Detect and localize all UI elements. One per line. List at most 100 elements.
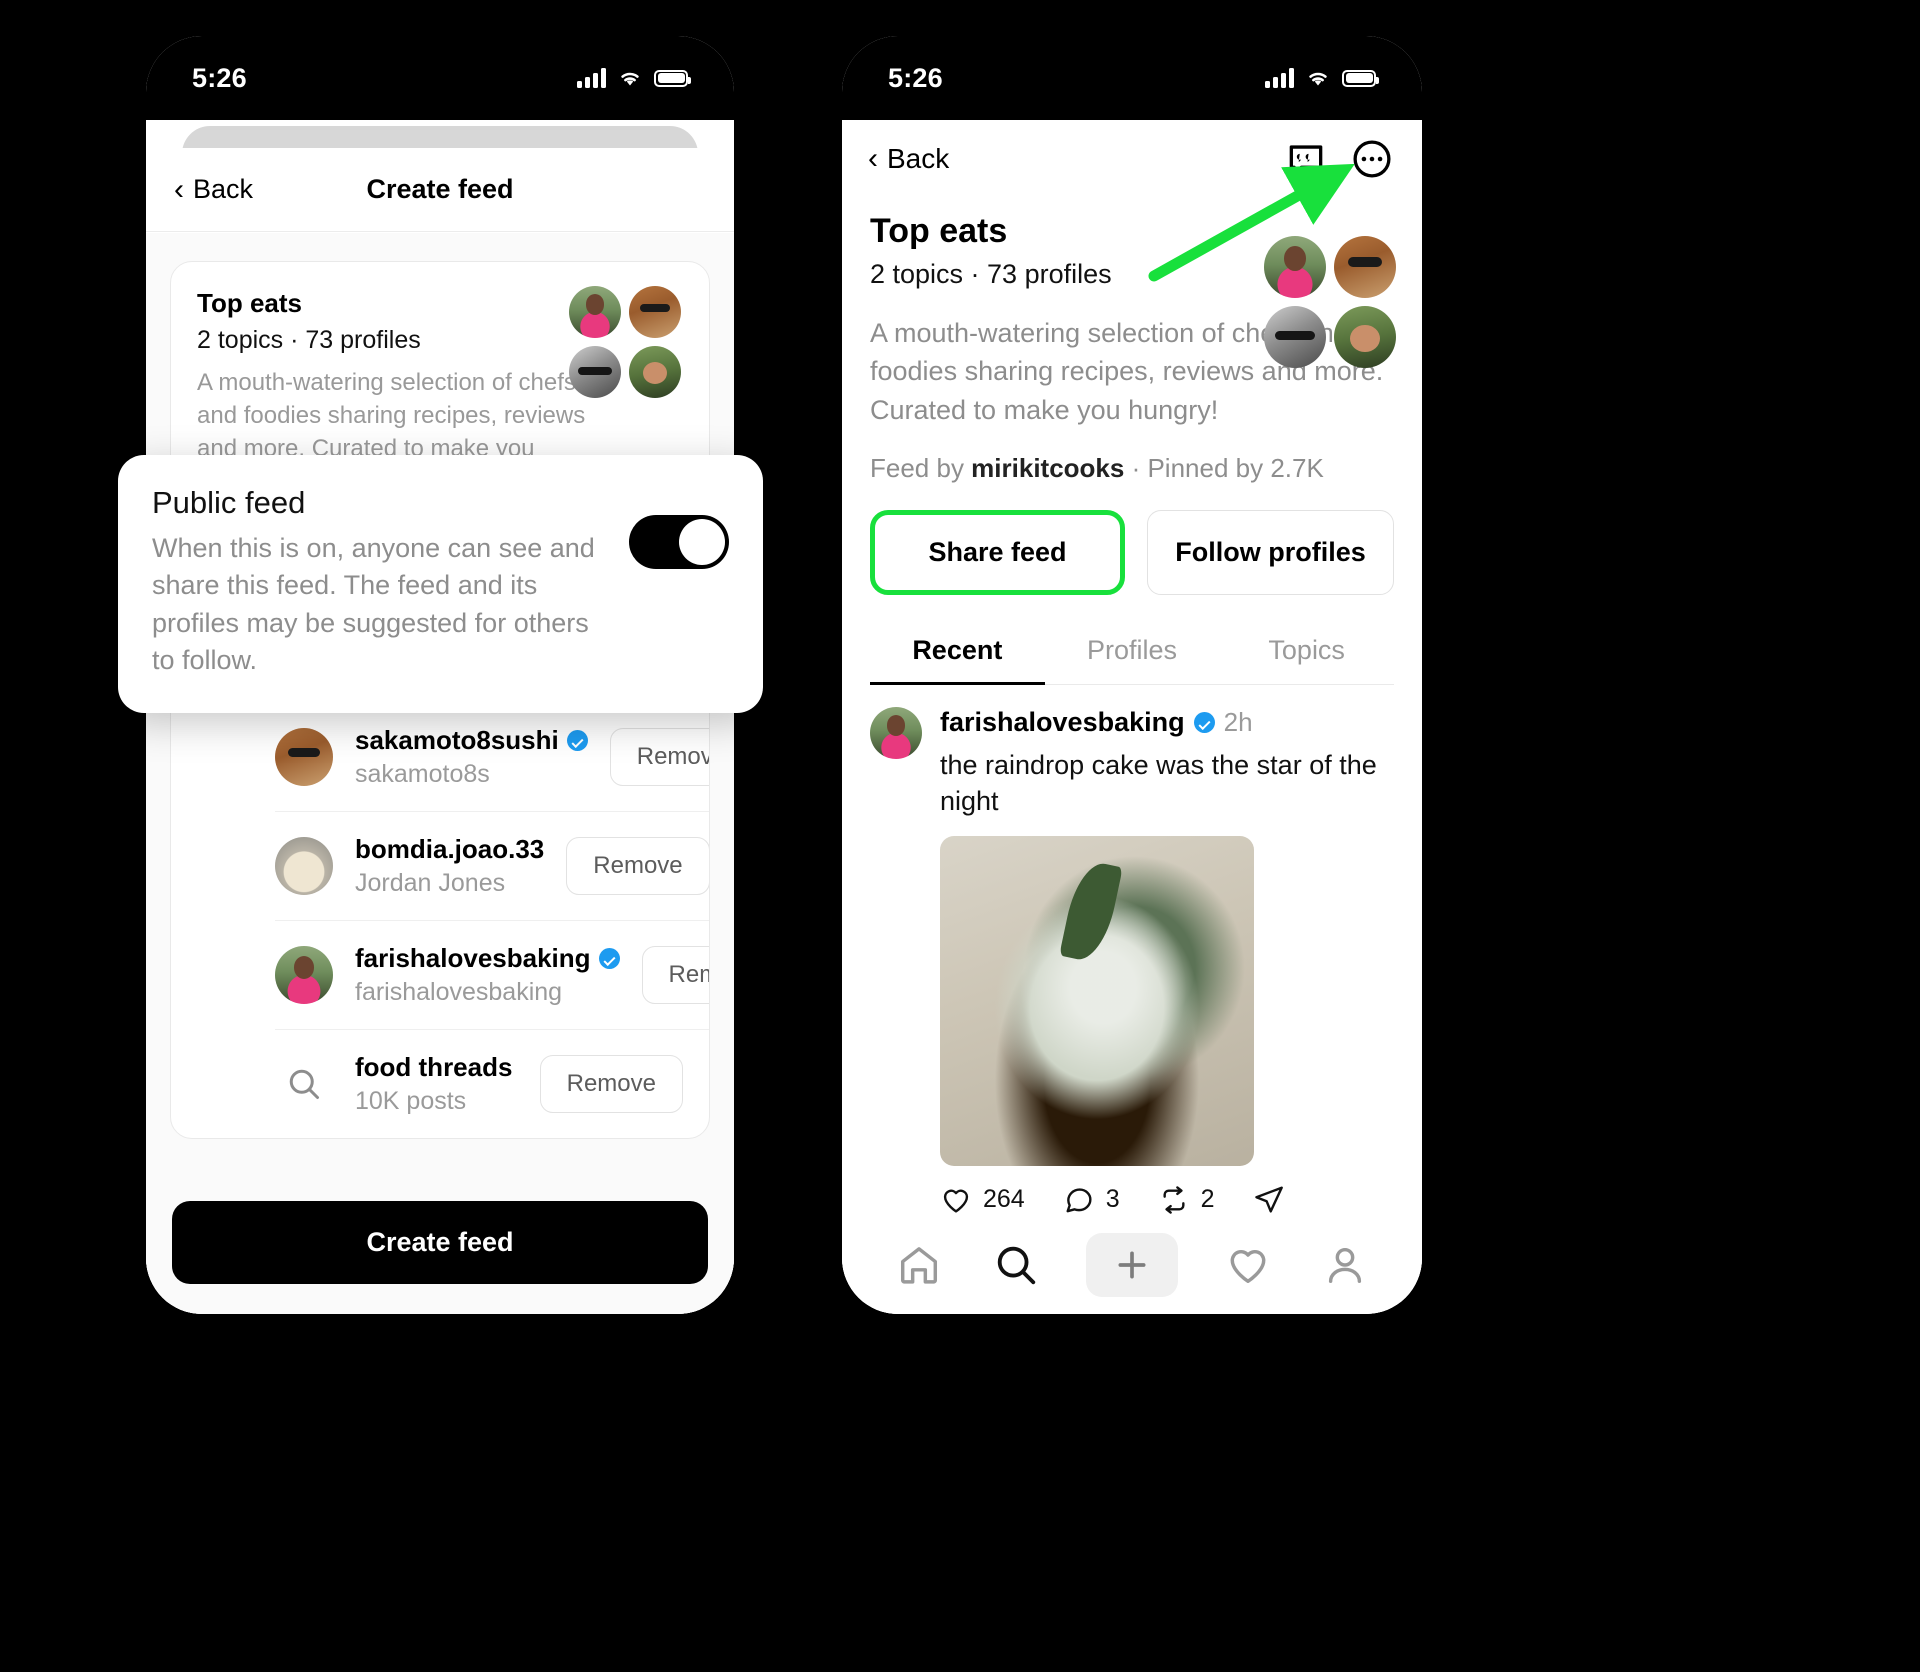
post-item[interactable]: farishalovesbaking 2h the raindrop cake … <box>842 685 1422 1216</box>
share-button[interactable] <box>1253 1184 1285 1216</box>
list-item-content: food threads 10K posts <box>275 1052 518 1116</box>
heart-icon <box>943 1189 969 1213</box>
toggle-knob <box>679 519 725 565</box>
avatar <box>275 728 333 787</box>
list-item-name: bomdia.joao.33 <box>355 834 544 865</box>
heart-icon[interactable] <box>1220 1237 1276 1293</box>
remove-button[interactable]: Remove <box>566 837 709 896</box>
comment-icon <box>1066 1188 1092 1213</box>
search-icon <box>275 1055 333 1113</box>
back-button-left[interactable]: ‹ Back <box>146 174 253 205</box>
avatar <box>275 837 333 896</box>
list-item-name: food threads <box>355 1052 518 1083</box>
status-bar-right: 5:26 <box>842 36 1422 120</box>
battery-icon <box>1342 69 1379 87</box>
follow-profiles-button[interactable]: Follow profiles <box>1147 509 1394 595</box>
remove-button[interactable]: Remove <box>539 1055 683 1114</box>
repost-button[interactable]: 2 <box>1158 1184 1215 1216</box>
tab-profiles[interactable]: Profiles <box>1045 619 1220 684</box>
status-bar-left: 5:26 <box>146 36 734 120</box>
feed-byline: Feed by mirikitcooks · Pinned by 2.7K <box>870 453 1394 484</box>
avatar[interactable] <box>870 706 922 759</box>
status-icons <box>1265 68 1379 88</box>
verified-badge-icon <box>598 948 620 970</box>
feed-action-buttons: Share feed Follow profiles <box>842 484 1422 595</box>
wifi-icon <box>621 72 639 86</box>
tab-topics[interactable]: Topics <box>1219 619 1394 684</box>
public-feed-toggle[interactable] <box>629 515 729 569</box>
list-item-content: farishalovesbaking farishalovesbaking <box>275 943 620 1007</box>
list-item[interactable]: sakamoto8sushi sakamoto8s Remove <box>275 702 709 811</box>
remove-button[interactable]: Remove <box>641 946 709 1005</box>
post-actions: 264 3 2 <box>940 1184 1394 1216</box>
chevron-left-icon: ‹ <box>868 142 878 175</box>
list-item-sub: 10K posts <box>355 1087 467 1116</box>
byline-author[interactable]: mirikitcooks <box>971 453 1124 483</box>
cellular-bars-icon <box>1265 68 1294 88</box>
chevron-left-icon: ‹ <box>174 172 184 206</box>
avatar <box>629 346 681 398</box>
repost-count: 2 <box>1200 1185 1215 1214</box>
create-feed-button[interactable]: Create feed <box>172 1201 708 1284</box>
list-item-text: bomdia.joao.33 Jordan Jones <box>355 834 544 898</box>
left-scroll-body[interactable]: Top eats 2 topics · 73 profiles A mouth-… <box>146 233 734 1314</box>
share-feed-button[interactable]: Share feed <box>870 509 1125 595</box>
avatar-cluster <box>1262 236 1402 372</box>
post-image[interactable] <box>940 835 1254 1166</box>
quote-bubble-icon[interactable] <box>1282 135 1330 183</box>
reply-button[interactable]: 3 <box>1063 1184 1120 1216</box>
public-feed-body: When this is on, anyone can see and shar… <box>152 533 595 675</box>
more-circle-icon[interactable] <box>1348 135 1396 183</box>
public-feed-popup[interactable]: Public feed When this is on, anyone can … <box>118 455 763 713</box>
avatar <box>1334 306 1396 368</box>
plus-icon[interactable] <box>1085 1232 1178 1297</box>
avatar <box>1334 236 1396 298</box>
screenshot-stage: 5:26 ‹ Back Create feed Top eats 2 topic… <box>0 0 1920 1672</box>
home-icon[interactable] <box>891 1237 947 1293</box>
search-icon[interactable] <box>988 1237 1044 1293</box>
list-item[interactable]: food threads 10K posts Remove <box>275 1029 709 1138</box>
verified-badge-icon <box>1193 711 1215 733</box>
list-item-name: farishalovesbaking <box>355 943 620 974</box>
avatar-cluster <box>567 286 685 402</box>
list-item-content: sakamoto8sushi sakamoto8s <box>275 725 588 789</box>
paper-plane-icon <box>1254 1186 1283 1213</box>
status-icons <box>577 68 691 88</box>
create-feed-cta-container: Create feed <box>146 1179 734 1314</box>
cellular-bars-icon <box>577 68 606 88</box>
list-item-text: food threads 10K posts <box>355 1052 518 1116</box>
feed-tabs: Recent Profiles Topics <box>870 619 1394 685</box>
list-item-handle: bomdia.joao.33 <box>355 834 545 865</box>
post-content: farishalovesbaking 2h the raindrop cake … <box>940 707 1394 1216</box>
byline-suffix: · Pinned by 2.7K <box>1124 452 1324 483</box>
back-button-label: Back <box>193 174 254 204</box>
left-nav-bar: ‹ Back Create feed <box>146 148 734 232</box>
feed-detail-screen: ‹ Back Top eats 2 topics · 73 profiles A… <box>842 120 1422 1314</box>
right-nav-bar: ‹ Back <box>842 120 1422 198</box>
verified-badge-icon <box>566 730 588 752</box>
reply-count: 3 <box>1105 1185 1120 1214</box>
avatar <box>569 346 621 398</box>
list-item-handle: food threads <box>355 1052 513 1083</box>
back-button-right[interactable]: ‹ Back <box>868 143 949 175</box>
public-feed-title: Public feed <box>152 485 306 520</box>
list-item-name: sakamoto8sushi <box>355 725 588 756</box>
list-item[interactable]: farishalovesbaking farishalovesbaking Re… <box>275 920 709 1029</box>
post-timestamp: 2h <box>1223 706 1253 737</box>
post-author-handle[interactable]: farishalovesbaking <box>940 707 1185 738</box>
remove-button[interactable]: Remove <box>609 728 709 787</box>
byline-prefix: Feed by <box>870 452 972 483</box>
like-button[interactable]: 264 <box>940 1184 1025 1216</box>
public-feed-text: Public feed When this is on, anyone can … <box>152 485 609 679</box>
status-time: 5:26 <box>192 62 247 93</box>
battery-icon <box>654 69 691 87</box>
right-nav-actions <box>1282 135 1396 183</box>
profile-icon[interactable] <box>1317 1237 1373 1293</box>
avatar <box>1264 236 1326 298</box>
list-item[interactable]: bomdia.joao.33 Jordan Jones Remove <box>275 811 709 920</box>
feed-header: Top eats 2 topics · 73 profiles A mouth-… <box>842 198 1422 484</box>
tab-recent[interactable]: Recent <box>870 619 1045 685</box>
avatar <box>1264 306 1326 368</box>
avatar <box>629 286 681 338</box>
post-header: farishalovesbaking 2h <box>940 707 1394 738</box>
